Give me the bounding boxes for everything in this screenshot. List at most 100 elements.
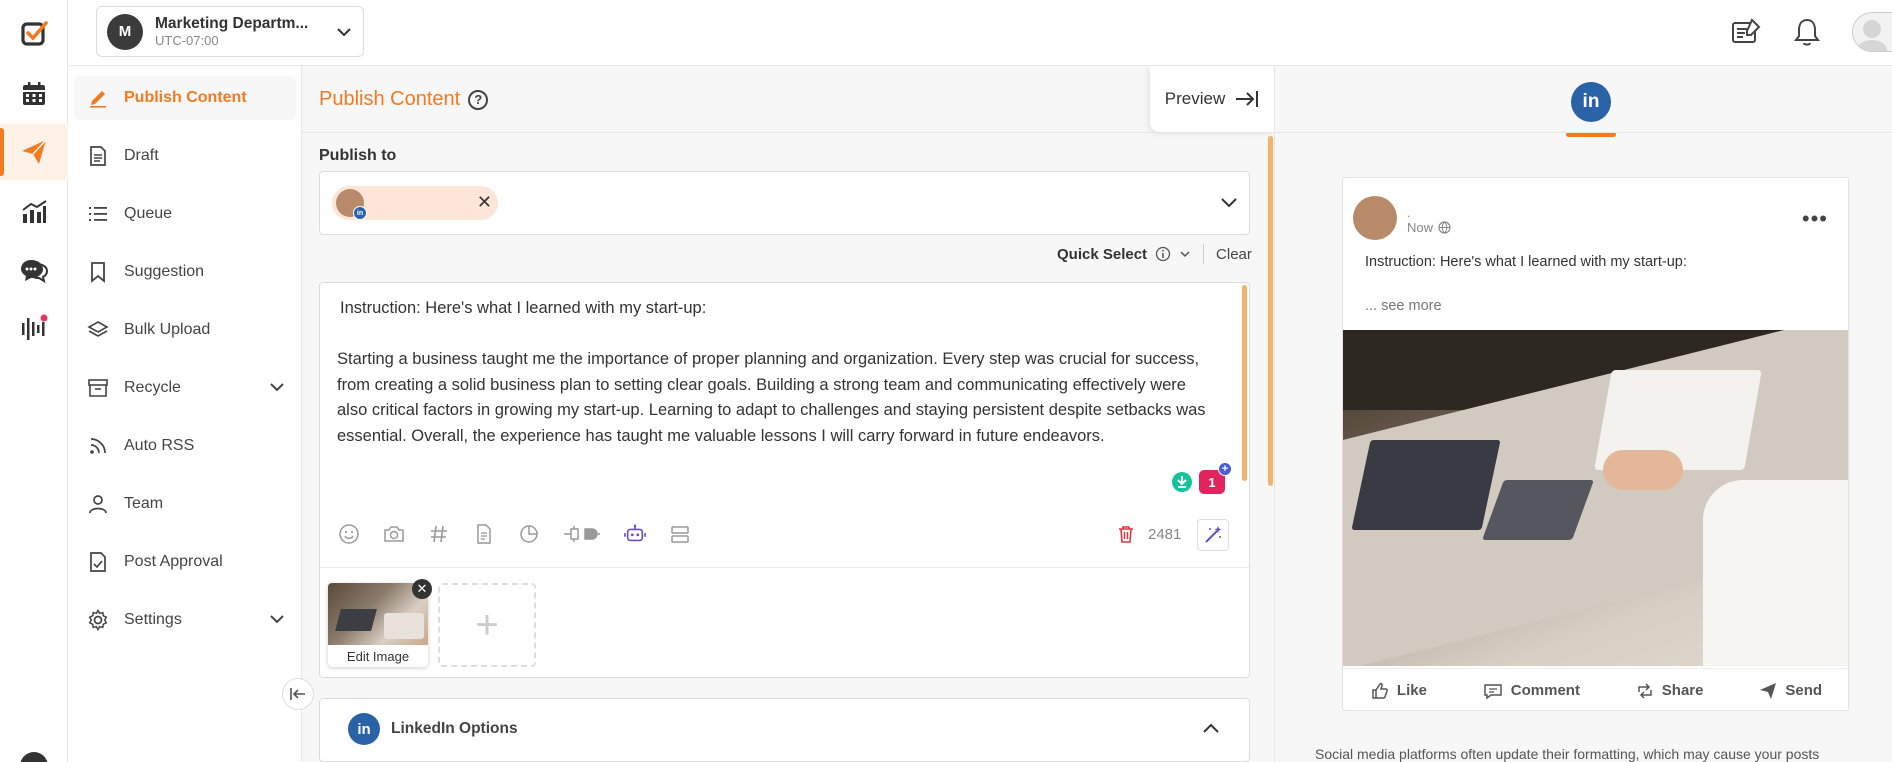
rail-listening[interactable] bbox=[0, 300, 68, 356]
author-name: . bbox=[1407, 206, 1411, 220]
editor-scrollbar[interactable] bbox=[1242, 285, 1247, 481]
workspace-name: Marketing Departm... bbox=[155, 14, 309, 32]
rail-analytics[interactable] bbox=[0, 184, 68, 240]
ai-assistant-button[interactable] bbox=[624, 523, 646, 545]
grammar-issue-count: 1 bbox=[1208, 474, 1216, 490]
sidebar-nav: Publish Content Draft Queue Suggestion B… bbox=[68, 66, 302, 762]
pie-chart-icon bbox=[520, 525, 538, 543]
sidebar-item-settings[interactable]: Settings bbox=[74, 598, 296, 642]
sidebar-item-draft[interactable]: Draft bbox=[74, 134, 296, 178]
bell-icon[interactable] bbox=[1792, 16, 1822, 48]
chevron-down-icon bbox=[270, 383, 284, 392]
send-icon bbox=[1760, 682, 1777, 699]
hashtag-icon bbox=[431, 525, 447, 543]
camera-button[interactable] bbox=[383, 523, 405, 545]
emoji-button[interactable] bbox=[338, 523, 360, 545]
bar-chart-icon bbox=[22, 200, 47, 223]
sidebar-item-label: Settings bbox=[124, 611, 182, 628]
divider bbox=[320, 567, 1249, 568]
pencil-icon bbox=[90, 91, 106, 108]
sidebar-item-label: Suggestion bbox=[124, 263, 205, 280]
top-header: M Marketing Departm... UTC-07:00 bbox=[68, 0, 1892, 66]
linkedin-badge-icon: in bbox=[353, 206, 367, 220]
magic-wand-icon bbox=[1205, 526, 1222, 543]
help-icon[interactable]: ? bbox=[468, 89, 489, 110]
sidebar-item-suggestion[interactable]: Suggestion bbox=[74, 250, 296, 294]
app-logo[interactable] bbox=[0, 6, 68, 62]
grammar-assistant[interactable]: 1 + bbox=[1165, 462, 1232, 501]
editor-toolbar bbox=[338, 523, 691, 545]
sidebar-item-label: Recycle bbox=[124, 379, 181, 396]
main-scrollbar[interactable] bbox=[1268, 136, 1273, 486]
remove-account-icon[interactable]: ✕ bbox=[477, 192, 492, 213]
info-icon[interactable] bbox=[1155, 246, 1171, 262]
sidebar-item-auto-rss[interactable]: Auto RSS bbox=[74, 424, 296, 468]
rail-engagement[interactable] bbox=[0, 242, 68, 298]
comment-button[interactable]: Comment bbox=[1483, 682, 1580, 700]
quick-select-label[interactable]: Quick Select bbox=[1057, 246, 1147, 263]
chevron-down-icon[interactable] bbox=[1179, 248, 1191, 260]
user-avatar[interactable] bbox=[1852, 12, 1892, 52]
sidebar-item-label: Queue bbox=[124, 205, 173, 222]
grammar-check-icon[interactable] bbox=[1171, 471, 1193, 493]
add-media-button[interactable]: + bbox=[438, 583, 536, 667]
sidebar-item-team[interactable]: Team bbox=[74, 482, 296, 526]
remove-media-icon[interactable]: ✕ bbox=[412, 579, 432, 599]
layout-button[interactable] bbox=[669, 523, 691, 545]
sidebar-item-label: Publish Content bbox=[124, 89, 247, 106]
user-icon bbox=[89, 495, 107, 514]
repost-icon bbox=[1638, 682, 1652, 699]
plus-icon: + bbox=[1218, 462, 1232, 476]
collapse-sidebar-button[interactable] bbox=[282, 678, 314, 710]
sidebar-item-post-approval[interactable]: Post Approval bbox=[74, 540, 296, 584]
share-button[interactable]: Share bbox=[1636, 682, 1704, 700]
send-button[interactable]: Send bbox=[1759, 682, 1822, 700]
collapse-left-icon bbox=[290, 688, 305, 700]
post-actions-bar: Like Comment Share Send bbox=[1343, 668, 1848, 710]
chevron-down-icon bbox=[270, 615, 284, 624]
rail-calendar[interactable] bbox=[0, 66, 68, 122]
linkedin-options-section[interactable]: in LinkedIn Options bbox=[319, 698, 1250, 762]
trash-icon[interactable] bbox=[1118, 525, 1134, 543]
grammar-issue-badge[interactable]: 1 + bbox=[1199, 462, 1232, 494]
divider bbox=[302, 132, 1274, 133]
clear-button[interactable]: Clear bbox=[1216, 246, 1252, 263]
like-label: Like bbox=[1396, 682, 1427, 699]
camera-icon bbox=[384, 526, 404, 542]
editor-instruction-text[interactable]: Instruction: Here's what I learned with … bbox=[340, 299, 706, 318]
account-chip[interactable]: in ✕ bbox=[332, 186, 498, 220]
pie-chart-button[interactable] bbox=[518, 523, 540, 545]
more-options-icon[interactable]: ••• bbox=[1802, 206, 1828, 232]
hashtag-button[interactable] bbox=[428, 523, 450, 545]
post-editor[interactable]: Instruction: Here's what I learned with … bbox=[319, 282, 1250, 678]
workspace-selector[interactable]: M Marketing Departm... UTC-07:00 bbox=[96, 6, 364, 57]
document-button[interactable] bbox=[473, 523, 495, 545]
publish-to-label: Publish to bbox=[319, 147, 397, 164]
thumbs-up-icon bbox=[1372, 682, 1388, 699]
notes-icon[interactable] bbox=[1730, 16, 1762, 48]
like-button[interactable]: Like bbox=[1371, 682, 1427, 700]
sidebar-item-label: Draft bbox=[124, 147, 159, 164]
see-more-link[interactable]: ... see more bbox=[1365, 298, 1442, 314]
ai-magic-button[interactable] bbox=[1197, 519, 1229, 551]
chevron-down-icon[interactable] bbox=[1219, 192, 1239, 212]
rss-icon bbox=[90, 438, 106, 454]
publish-to-select[interactable]: in ✕ bbox=[319, 171, 1250, 235]
sidebar-item-bulk-upload[interactable]: Bulk Upload bbox=[74, 308, 296, 352]
rail-publish[interactable] bbox=[0, 124, 68, 180]
sidebar-item-publish-content[interactable]: Publish Content bbox=[74, 76, 296, 120]
rail-help-icon[interactable] bbox=[20, 752, 48, 762]
chevron-down-icon bbox=[337, 27, 351, 36]
preview-tab-linkedin[interactable]: in bbox=[1566, 82, 1616, 137]
editor-body-text[interactable]: Starting a business taught me the import… bbox=[337, 347, 1217, 449]
sidebar-item-recycle[interactable]: Recycle bbox=[74, 366, 296, 410]
layers-icon bbox=[87, 321, 109, 337]
sidebar-item-label: Bulk Upload bbox=[124, 321, 211, 338]
preview-toggle-button[interactable]: Preview bbox=[1150, 66, 1274, 132]
chevron-up-icon[interactable] bbox=[1201, 719, 1221, 739]
edit-image-button[interactable]: Edit Image bbox=[328, 645, 428, 667]
sidebar-item-queue[interactable]: Queue bbox=[74, 192, 296, 236]
media-thumbnail[interactable]: Edit Image bbox=[328, 583, 428, 667]
plugin-button[interactable] bbox=[563, 523, 601, 545]
page-title: Publish Content bbox=[319, 88, 461, 110]
